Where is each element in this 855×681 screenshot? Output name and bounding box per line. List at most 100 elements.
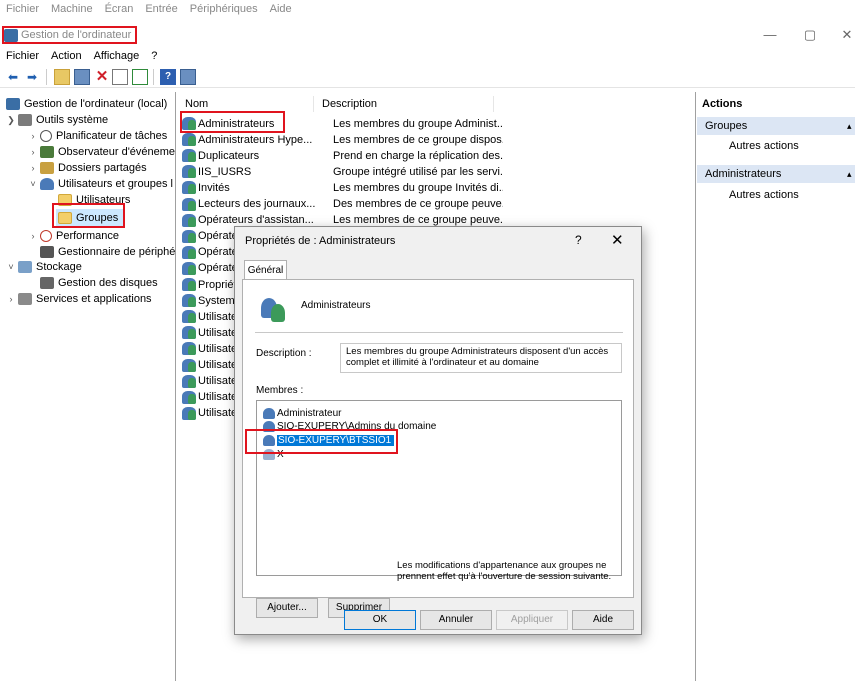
group-icon bbox=[182, 294, 196, 308]
menu-file[interactable]: Fichier bbox=[6, 50, 39, 62]
chevron-down-icon[interactable]: ˅ bbox=[28, 179, 38, 189]
tree-item-groups[interactable]: Groupes bbox=[56, 209, 125, 227]
row-name: Invités bbox=[198, 181, 230, 194]
table-row[interactable]: Invités Les membres du groupe Invités di.… bbox=[177, 179, 695, 196]
chevron-right-icon[interactable]: › bbox=[28, 231, 38, 241]
dialog-help-icon[interactable]: ? bbox=[575, 233, 582, 247]
description-field[interactable]: Les membres du groupe Administrateurs di… bbox=[340, 343, 622, 373]
vm-menu-machine[interactable]: Machine bbox=[51, 3, 93, 15]
member-item-selected[interactable]: SIO-EXUPERY\BTSSIO1 bbox=[263, 434, 395, 447]
group-icon bbox=[182, 374, 196, 388]
dialog-close-button[interactable]: ✕ bbox=[611, 231, 624, 249]
tree-item-performance[interactable]: › Performance bbox=[28, 228, 119, 244]
tree-item-device-manager[interactable]: Gestionnaire de périphé bbox=[40, 244, 175, 260]
tree-label: Gestion des disques bbox=[58, 277, 158, 289]
section-label: Administrateurs bbox=[705, 168, 782, 180]
chevron-down-icon[interactable]: ˅ bbox=[6, 262, 16, 272]
user-group-icon bbox=[263, 421, 275, 432]
help-icon[interactable]: ? bbox=[160, 69, 176, 85]
show-hide-action-pane-icon[interactable] bbox=[180, 69, 196, 85]
chevron-right-icon[interactable]: › bbox=[28, 147, 38, 157]
add-button[interactable]: Ajouter... bbox=[256, 598, 318, 618]
forward-arrow-icon[interactable]: ➡ bbox=[24, 69, 40, 85]
tree-label: Dossiers partagés bbox=[58, 162, 147, 174]
export-list-icon[interactable] bbox=[132, 69, 148, 85]
tree-item-services[interactable]: › Services et applications bbox=[6, 291, 152, 307]
help-button[interactable]: Aide bbox=[572, 610, 634, 630]
tree-item-root[interactable]: Gestion de l'ordinateur (local) bbox=[6, 96, 167, 112]
members-label: Membres : bbox=[256, 385, 304, 396]
tree-item-shared-folders[interactable]: › Dossiers partagés bbox=[28, 160, 147, 176]
tab-general[interactable]: Général bbox=[244, 260, 287, 280]
maximize-button[interactable]: ▢ bbox=[800, 27, 820, 43]
column-header-name[interactable]: Nom bbox=[177, 96, 314, 112]
close-button[interactable]: ✕ bbox=[837, 27, 855, 43]
tree-item-storage[interactable]: ˅ Stockage bbox=[6, 259, 82, 275]
vm-menu-input[interactable]: Entrée bbox=[145, 3, 177, 15]
properties-icon[interactable] bbox=[112, 69, 128, 85]
menu-view[interactable]: Affichage bbox=[94, 50, 140, 62]
tree-label: Performance bbox=[56, 230, 119, 242]
group-icon bbox=[182, 213, 196, 227]
chevron-right-icon[interactable]: › bbox=[28, 131, 38, 141]
group-icon bbox=[182, 310, 196, 324]
tree-item-task-scheduler[interactable]: › Planificateur de tâches bbox=[28, 128, 167, 144]
action-more-actions[interactable]: Autres actions bbox=[729, 140, 799, 152]
vm-menu-devices[interactable]: Périphériques bbox=[190, 3, 258, 15]
menu-action[interactable]: Action bbox=[51, 50, 82, 62]
apply-button[interactable]: Appliquer bbox=[496, 610, 568, 630]
computer-icon bbox=[6, 98, 20, 110]
table-row[interactable]: Administrateurs Les membres du groupe Adm… bbox=[177, 115, 695, 132]
actions-header: Actions bbox=[702, 98, 743, 110]
action-more-actions-2[interactable]: Autres actions bbox=[729, 189, 799, 201]
chevron-right-icon[interactable]: › bbox=[28, 163, 38, 173]
tree-item-users[interactable]: Utilisateurs bbox=[58, 192, 130, 208]
section-label: Groupes bbox=[705, 120, 748, 132]
collapse-arrow-icon[interactable]: ▴ bbox=[847, 117, 852, 135]
separator bbox=[255, 332, 623, 333]
row-description: Les membres du groupe Administ... bbox=[333, 117, 503, 130]
tree-item-disk-management[interactable]: Gestion des disques bbox=[40, 275, 158, 291]
clock-icon bbox=[40, 130, 52, 142]
services-icon bbox=[18, 293, 32, 305]
tree-item-local-users-groups[interactable]: ˅ Utilisateurs et groupes l bbox=[28, 176, 173, 192]
tree-label: Observateur d'événeme bbox=[58, 146, 176, 158]
delete-icon[interactable]: ✕ bbox=[94, 69, 110, 85]
table-row[interactable]: Administrateurs Hype... Les membres de ce… bbox=[177, 131, 695, 148]
tree-item-system-tools[interactable]: ❯ Outils système bbox=[6, 112, 108, 128]
chevron-right-icon[interactable]: › bbox=[6, 294, 16, 304]
member-item[interactable]: X bbox=[263, 448, 284, 461]
tree-item-event-viewer[interactable]: › Observateur d'événeme bbox=[28, 144, 175, 160]
member-item[interactable]: SIO-EXUPERY\Admins du domaine bbox=[263, 420, 436, 433]
ok-button[interactable]: OK bbox=[344, 610, 416, 630]
performance-icon bbox=[40, 230, 52, 242]
back-arrow-icon[interactable]: ⬅ bbox=[5, 69, 21, 85]
disk-icon bbox=[40, 277, 54, 289]
row-description: Les membres de ce groupe dispos... bbox=[333, 133, 503, 146]
member-item[interactable]: Administrateur bbox=[263, 407, 341, 420]
vm-menu-help[interactable]: Aide bbox=[270, 3, 292, 15]
row-name: Administrateurs bbox=[198, 117, 275, 130]
row-description: Les membres de ce groupe peuve... bbox=[333, 214, 503, 227]
cancel-button[interactable]: Annuler bbox=[420, 610, 492, 630]
table-row[interactable]: IIS_IUSRS Groupe intégré utilisé par les … bbox=[177, 163, 695, 180]
navigation-tree: Gestion de l'ordinateur (local) ❯ Outils… bbox=[0, 92, 176, 681]
member-label: SIO-EXUPERY\Admins du domaine bbox=[277, 421, 437, 432]
table-row[interactable]: Lecteurs des journaux... Des membres de c… bbox=[177, 196, 695, 213]
actions-section-administrators[interactable]: Administrateurs ▴ bbox=[697, 165, 855, 183]
collapse-arrow-icon[interactable]: ▴ bbox=[847, 165, 852, 183]
vm-menu-file[interactable]: Fichier bbox=[6, 3, 39, 15]
members-list[interactable]: Administrateur SIO-EXUPERY\Admins du dom… bbox=[256, 400, 622, 576]
actions-section-groups[interactable]: Groupes ▴ bbox=[697, 117, 855, 135]
column-header-description[interactable]: Description bbox=[314, 96, 494, 112]
group-icon bbox=[182, 181, 196, 195]
show-hide-tree-icon[interactable] bbox=[74, 69, 90, 85]
table-row[interactable]: Duplicateurs Prend en charge la réplicati… bbox=[177, 147, 695, 164]
up-folder-icon[interactable] bbox=[54, 69, 70, 85]
chevron-down-icon[interactable]: ❯ bbox=[6, 115, 16, 126]
vm-menu-screen[interactable]: Écran bbox=[105, 3, 134, 15]
row-name: Administrateurs Hype... bbox=[198, 133, 313, 146]
menu-help[interactable]: ? bbox=[151, 50, 157, 62]
dialog-title: Propriétés de : Administrateurs bbox=[245, 235, 396, 247]
minimize-button[interactable]: — bbox=[760, 27, 780, 43]
